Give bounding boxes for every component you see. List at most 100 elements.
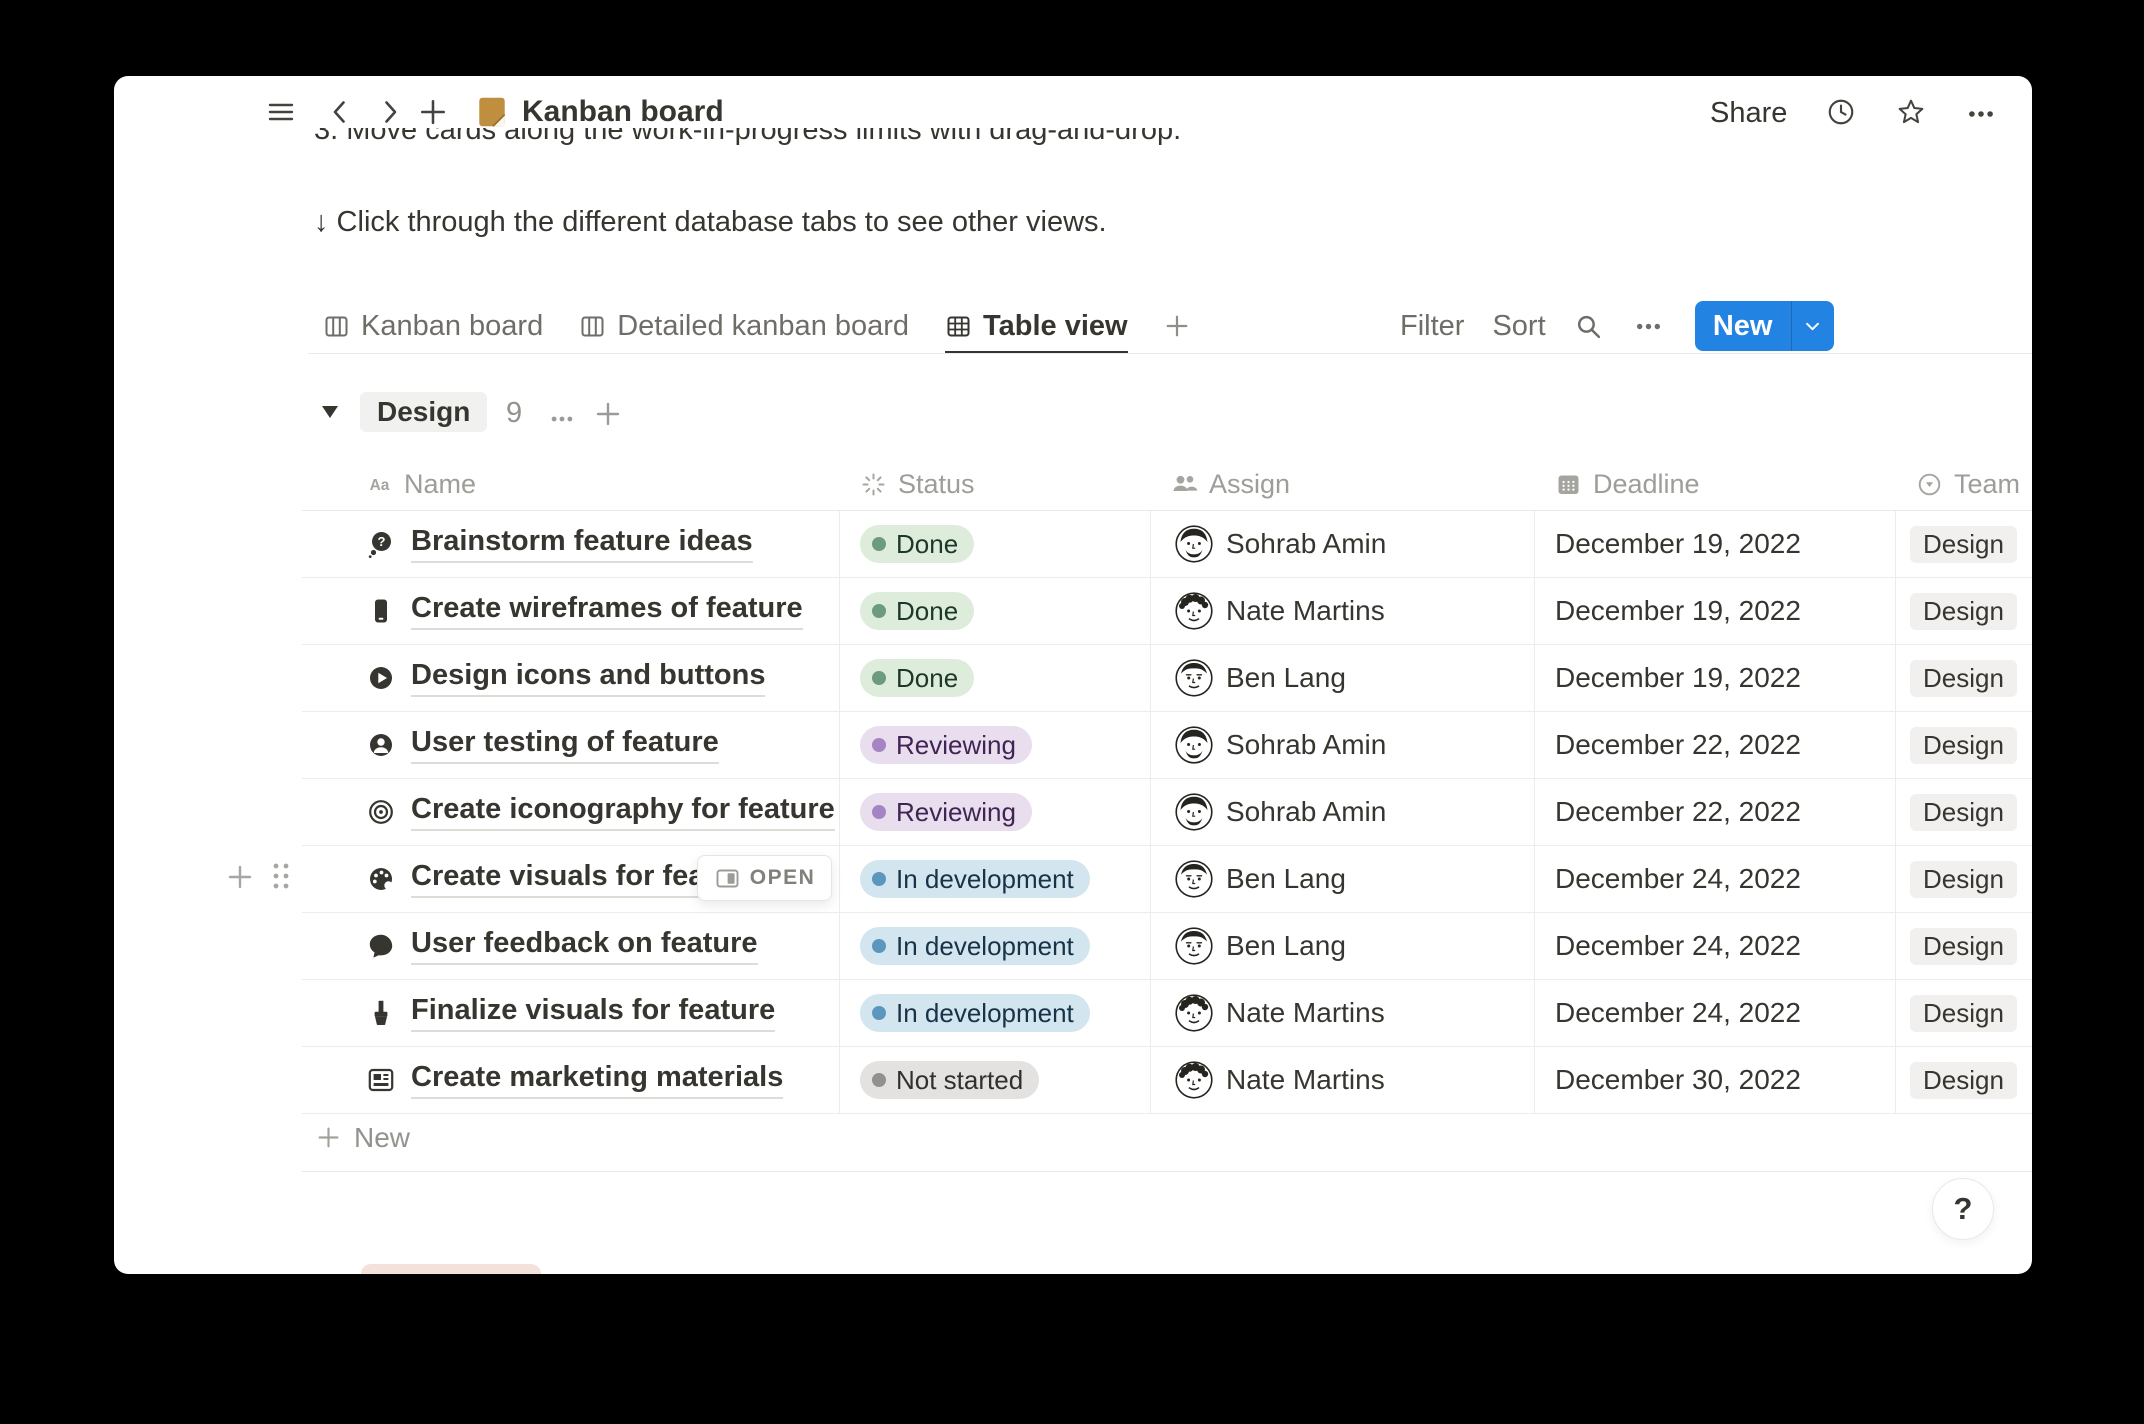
cell-assign[interactable]: Ben Lang xyxy=(1151,846,1535,912)
status-badge[interactable]: Reviewing xyxy=(860,793,1032,831)
task-title[interactable]: Create wireframes of feature xyxy=(411,592,803,630)
cell-deadline[interactable]: December 24, 2022 xyxy=(1535,980,1896,1046)
column-header-label: Status xyxy=(898,469,975,500)
task-title[interactable]: Create iconography for feature xyxy=(411,793,835,831)
cell-team[interactable]: Design xyxy=(1896,980,2032,1046)
view-tab-detailed-kanban-board[interactable]: Detailed kanban board xyxy=(579,298,909,354)
cell-status[interactable]: In development xyxy=(840,913,1151,979)
column-header-name[interactable]: Name xyxy=(302,469,840,500)
cell-name[interactable]: Design icons and buttons xyxy=(302,645,840,711)
cell-team[interactable]: Design xyxy=(1896,913,2032,979)
filter-button[interactable]: Filter xyxy=(1400,310,1464,343)
cell-name[interactable]: Finalize visuals for feature xyxy=(302,980,840,1046)
group-name-pill[interactable]: Design xyxy=(360,392,487,432)
status-badge[interactable]: Reviewing xyxy=(860,726,1032,764)
group-more-icon[interactable] xyxy=(549,406,575,432)
deadline-date: December 24, 2022 xyxy=(1555,997,1801,1029)
cell-deadline[interactable]: December 19, 2022 xyxy=(1535,645,1896,711)
group-collapse-icon[interactable] xyxy=(320,403,340,421)
cell-status[interactable]: Reviewing xyxy=(840,779,1151,845)
group-add-icon[interactable] xyxy=(594,400,622,428)
more-options-icon[interactable] xyxy=(1966,99,1996,129)
cell-name[interactable]: Brainstorm feature ideas xyxy=(302,511,840,577)
cell-status[interactable]: Reviewing xyxy=(840,712,1151,778)
status-badge[interactable]: In development xyxy=(860,860,1090,898)
status-badge[interactable]: Done xyxy=(860,525,974,563)
cell-name[interactable]: User testing of feature xyxy=(302,712,840,778)
cell-status[interactable]: Done xyxy=(840,578,1151,644)
column-header-team[interactable]: Team xyxy=(1896,469,2032,500)
cell-team[interactable]: Design xyxy=(1896,645,2032,711)
cell-status[interactable]: In development xyxy=(840,846,1151,912)
cell-name[interactable]: User feedback on feature xyxy=(302,913,840,979)
sort-button[interactable]: Sort xyxy=(1492,310,1545,343)
cell-status[interactable]: In development xyxy=(840,980,1151,1046)
new-button-label[interactable]: New xyxy=(1695,301,1791,351)
cell-deadline[interactable]: December 19, 2022 xyxy=(1535,578,1896,644)
status-badge[interactable]: Done xyxy=(860,659,974,697)
add-view-button[interactable] xyxy=(1164,298,1190,354)
new-row-button[interactable]: New xyxy=(302,1104,2032,1172)
task-title[interactable]: User feedback on feature xyxy=(411,927,758,965)
cell-assign[interactable]: Sohrab Amin xyxy=(1151,712,1535,778)
view-more-icon[interactable] xyxy=(1634,312,1663,341)
back-icon[interactable] xyxy=(326,98,354,126)
share-button[interactable]: Share xyxy=(1710,96,1787,130)
status-badge[interactable]: In development xyxy=(860,927,1090,965)
help-button[interactable]: ? xyxy=(1932,1178,1994,1240)
cell-name[interactable]: Create wireframes of feature xyxy=(302,578,840,644)
view-tab-table-view[interactable]: Table view xyxy=(945,298,1128,354)
forward-icon[interactable] xyxy=(376,98,404,126)
search-icon[interactable] xyxy=(1574,312,1603,341)
view-tab-kanban-board[interactable]: Kanban board xyxy=(323,298,543,354)
task-title[interactable]: Brainstorm feature ideas xyxy=(411,525,753,563)
column-header-status[interactable]: Status xyxy=(840,469,1151,500)
new-button[interactable]: New xyxy=(1695,301,1834,351)
cell-status[interactable]: Done xyxy=(840,645,1151,711)
view-tab-label: Table view xyxy=(983,310,1128,343)
task-title[interactable]: Finalize visuals for feature xyxy=(411,994,775,1032)
status-badge[interactable]: In development xyxy=(860,994,1090,1032)
new-dropdown-button[interactable] xyxy=(1791,301,1834,351)
traffic-close-button[interactable] xyxy=(135,101,157,123)
task-title[interactable]: Create marketing materials xyxy=(411,1061,783,1099)
cell-assign[interactable]: Nate Martins xyxy=(1151,980,1535,1046)
cell-assign[interactable]: Sohrab Amin xyxy=(1151,779,1535,845)
task-title[interactable]: Design icons and buttons xyxy=(411,659,765,697)
cell-deadline[interactable]: December 22, 2022 xyxy=(1535,779,1896,845)
cell-team[interactable]: Design xyxy=(1896,779,2032,845)
column-header-label: Team xyxy=(1954,469,2020,500)
menu-icon[interactable] xyxy=(266,97,296,127)
traffic-zoom-button[interactable] xyxy=(217,101,239,123)
table-row: Create iconography for feature Reviewing S… xyxy=(302,779,2032,846)
cell-deadline[interactable]: December 24, 2022 xyxy=(1535,913,1896,979)
task-title[interactable]: User testing of feature xyxy=(411,726,719,764)
row-drag-handle-icon[interactable] xyxy=(267,860,295,892)
cell-team[interactable]: Design xyxy=(1896,712,2032,778)
cell-assign[interactable]: Ben Lang xyxy=(1151,913,1535,979)
brainstorm-icon xyxy=(366,529,396,559)
favorite-star-icon[interactable] xyxy=(1896,97,1926,127)
status-badge[interactable]: Not started xyxy=(860,1061,1039,1099)
history-clock-icon[interactable] xyxy=(1826,97,1856,127)
cell-name[interactable]: Create iconography for feature xyxy=(302,779,840,845)
open-button[interactable]: OPEN xyxy=(697,855,832,901)
row-insert-plus-icon[interactable] xyxy=(226,863,254,891)
people-icon xyxy=(1171,471,1198,498)
column-header-deadline[interactable]: Deadline xyxy=(1535,469,1896,500)
new-tab-icon[interactable] xyxy=(418,97,448,127)
status-badge[interactable]: Done xyxy=(860,592,974,630)
cell-deadline[interactable]: December 19, 2022 xyxy=(1535,511,1896,577)
cell-assign[interactable]: Ben Lang xyxy=(1151,645,1535,711)
cell-team[interactable]: Design xyxy=(1896,846,2032,912)
cell-status[interactable]: Done xyxy=(840,511,1151,577)
cell-team[interactable]: Design xyxy=(1896,511,2032,577)
cell-assign[interactable]: Sohrab Amin xyxy=(1151,511,1535,577)
cell-deadline[interactable]: December 22, 2022 xyxy=(1535,712,1896,778)
traffic-minimize-button[interactable] xyxy=(176,101,198,123)
calendar-icon xyxy=(1555,471,1582,498)
cell-assign[interactable]: Nate Martins xyxy=(1151,578,1535,644)
cell-deadline[interactable]: December 24, 2022 xyxy=(1535,846,1896,912)
cell-team[interactable]: Design xyxy=(1896,578,2032,644)
column-header-assign[interactable]: Assign xyxy=(1151,469,1535,500)
